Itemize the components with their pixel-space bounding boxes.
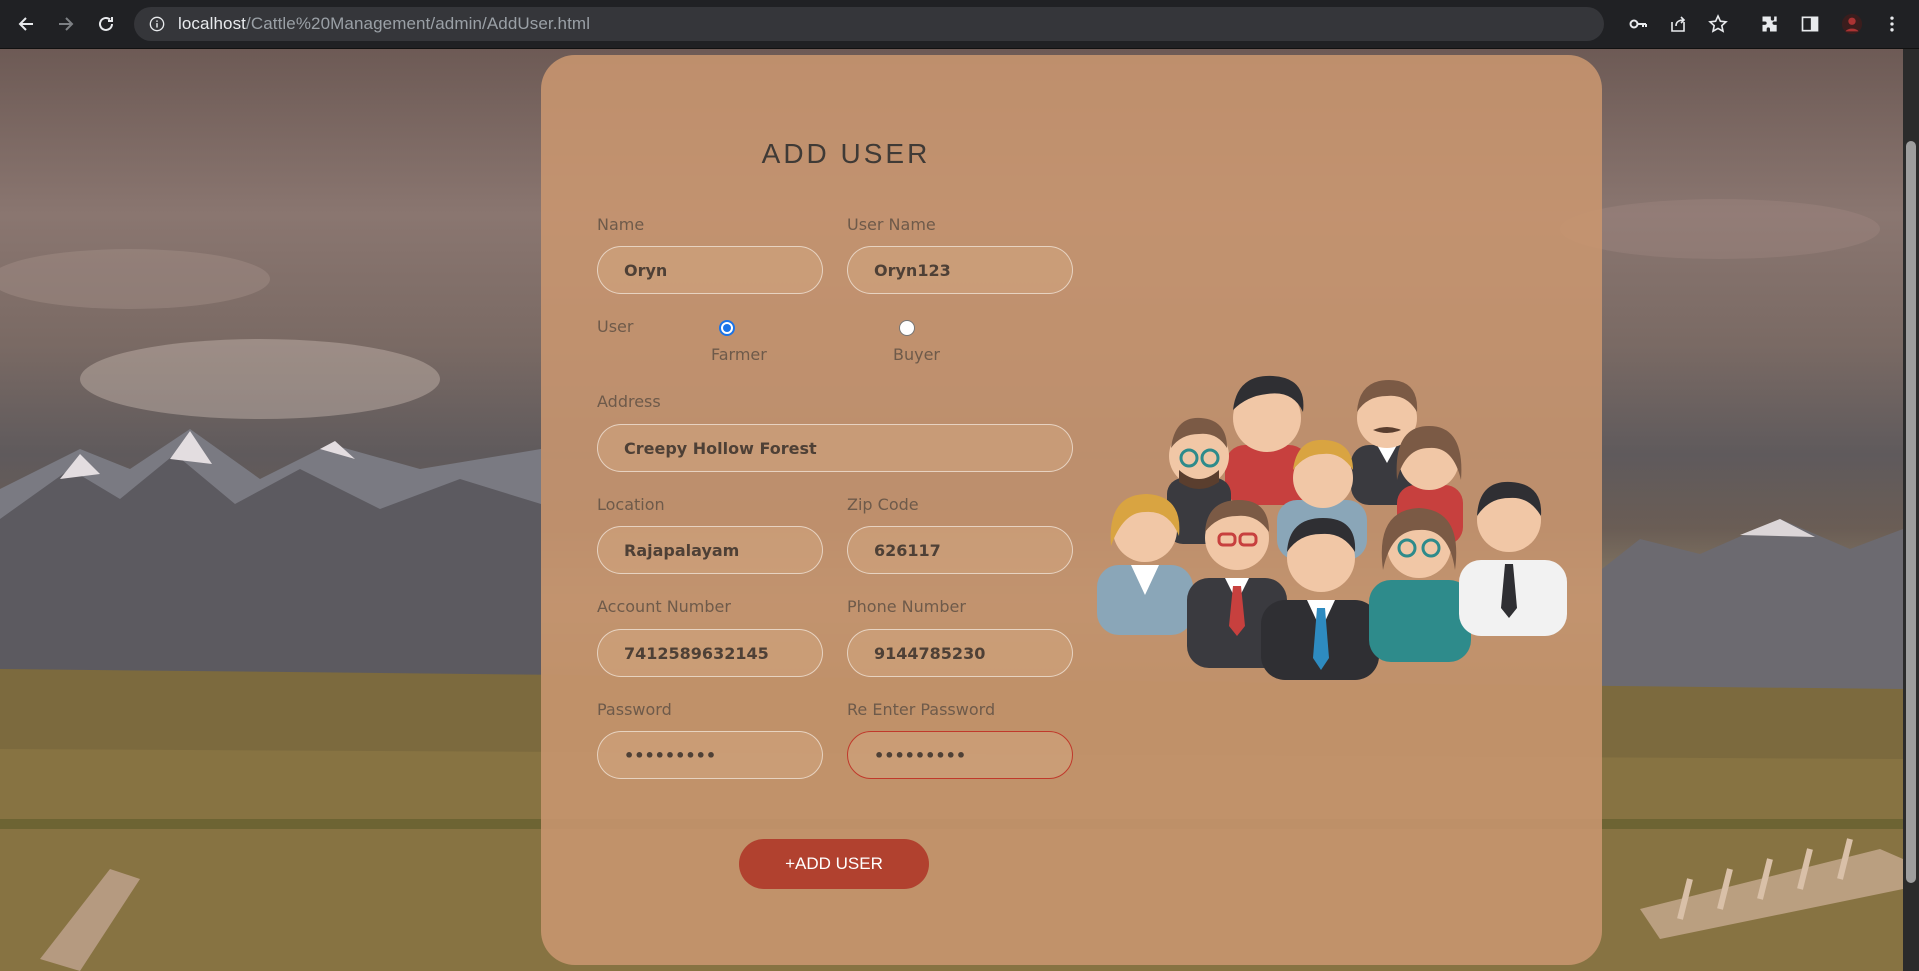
user-type-label: User xyxy=(597,317,634,336)
buyer-radio-label: Buyer xyxy=(893,345,941,364)
name-label: Name xyxy=(597,215,645,234)
page-title: ADD USER xyxy=(761,138,931,169)
buyer-radio[interactable] xyxy=(899,320,915,336)
address-label: Address xyxy=(597,392,661,411)
scrollbar-thumb[interactable] xyxy=(1906,141,1916,883)
phone-label: Phone Number xyxy=(847,597,966,616)
password-label: Password xyxy=(597,700,672,719)
profile-avatar-icon[interactable] xyxy=(1840,12,1864,36)
extensions-icon[interactable] xyxy=(1758,12,1782,36)
people-group-illustration xyxy=(1097,375,1567,680)
username-label: User Name xyxy=(847,215,936,234)
url-path: /Cattle%20Management/admin/AddUser.html xyxy=(246,14,591,33)
page-background: ADD USER Name Oryn User Name Oryn123 Use… xyxy=(0,49,1903,971)
address-bar[interactable]: localhost/Cattle%20Management/admin/AddU… xyxy=(134,7,1728,41)
person-front-far-right xyxy=(1459,481,1567,636)
add-user-card: ADD USER Name Oryn User Name Oryn123 Use… xyxy=(541,55,1602,965)
farmer-radio[interactable] xyxy=(719,320,735,336)
phone-input[interactable]: 9144785230 xyxy=(847,629,1073,677)
username-input[interactable]: Oryn123 xyxy=(847,246,1073,294)
share-icon[interactable] xyxy=(1668,14,1688,34)
location-label: Location xyxy=(597,495,665,514)
zip-input[interactable]: 626117 xyxy=(847,526,1073,574)
password-input[interactable]: ••••••••• xyxy=(597,731,823,779)
account-input[interactable]: 7412589632145 xyxy=(597,629,823,677)
info-icon[interactable] xyxy=(148,15,166,33)
menu-kebab-icon[interactable] xyxy=(1880,12,1904,36)
zip-label: Zip Code xyxy=(847,495,919,514)
name-input[interactable]: Oryn xyxy=(597,246,823,294)
reload-icon[interactable] xyxy=(88,0,124,48)
key-icon[interactable] xyxy=(1628,14,1648,34)
location-input[interactable]: Rajapalayam xyxy=(597,526,823,574)
star-icon[interactable] xyxy=(1708,14,1728,34)
url-text: localhost/Cattle%20Management/admin/AddU… xyxy=(178,14,590,34)
browser-toolbar: localhost/Cattle%20Management/admin/AddU… xyxy=(0,0,1919,49)
add-user-button[interactable]: +ADD USER xyxy=(739,839,929,889)
reenter-password-label: Re Enter Password xyxy=(847,700,996,719)
reenter-password-input[interactable]: ••••••••• xyxy=(847,731,1073,779)
forward-arrow-icon[interactable] xyxy=(48,0,84,48)
address-input[interactable]: Creepy Hollow Forest xyxy=(597,424,1073,472)
page-scrollbar[interactable] xyxy=(1903,49,1919,971)
back-arrow-icon[interactable] xyxy=(8,0,44,48)
url-host: localhost xyxy=(178,14,246,33)
account-label: Account Number xyxy=(597,597,731,616)
farmer-radio-label: Farmer xyxy=(711,345,767,364)
side-panel-icon[interactable] xyxy=(1798,12,1822,36)
